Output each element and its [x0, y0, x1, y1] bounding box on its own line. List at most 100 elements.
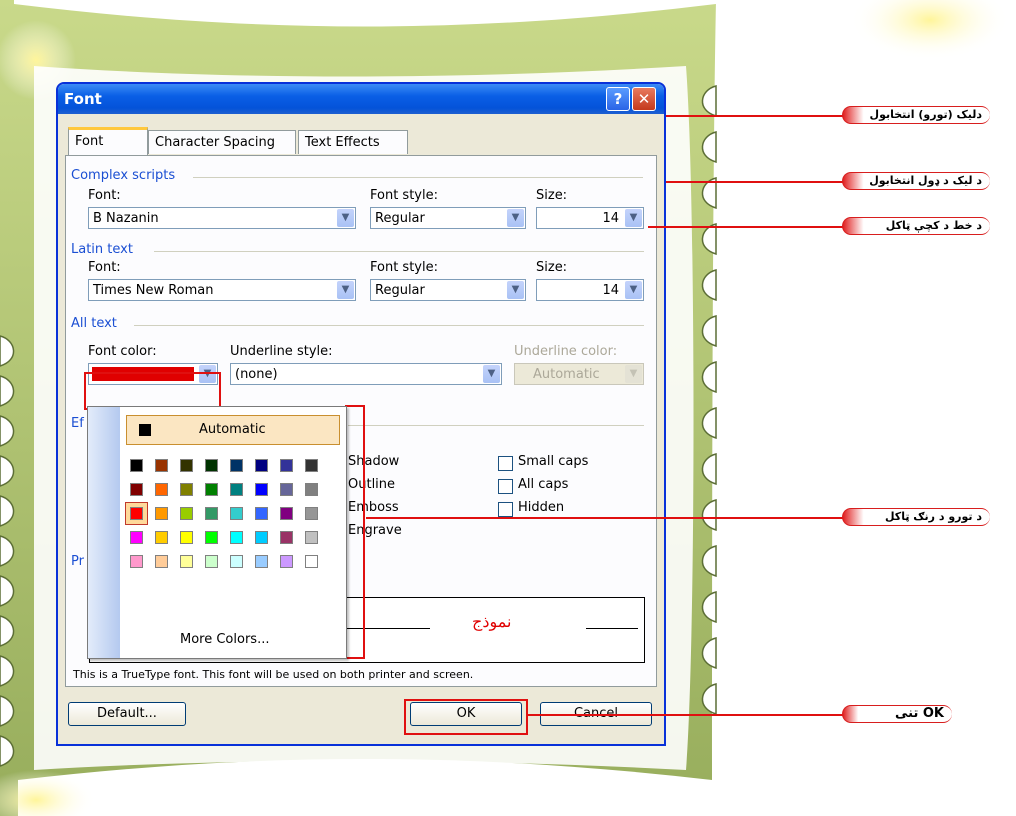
all-caps-label[interactable]: All caps	[518, 477, 568, 492]
color-swatch[interactable]	[280, 459, 293, 472]
tab-text-effects[interactable]: Text Effects	[298, 130, 408, 154]
color-swatch[interactable]	[205, 531, 218, 544]
underline-style-select[interactable]: (none) ▼	[230, 363, 502, 385]
color-swatch[interactable]	[155, 507, 168, 520]
color-swatch[interactable]	[305, 459, 318, 472]
ok-button-highlight	[404, 699, 528, 735]
group-divider	[154, 251, 644, 252]
chevron-down-icon[interactable]: ▼	[625, 281, 642, 299]
callout-select-font: دليک (تورو) انتخابول	[842, 106, 990, 124]
color-swatch[interactable]	[255, 531, 268, 544]
color-swatch[interactable]	[230, 507, 243, 520]
all-text-group-label: All text	[71, 316, 117, 331]
callout-font-kind: د ليک د ډول انتخابول	[842, 172, 990, 190]
color-swatch[interactable]	[130, 459, 143, 472]
preview-group-label: Pr	[71, 554, 84, 569]
complex-font-value: B Nazanin	[93, 211, 159, 226]
font-color-label: Font color:	[88, 344, 157, 359]
color-swatch[interactable]	[255, 555, 268, 568]
complex-font-select[interactable]: B Nazanin ▼	[88, 207, 356, 229]
help-icon[interactable]: ?	[606, 87, 630, 111]
title-bar[interactable]: Font ? ✕	[58, 84, 664, 114]
chevron-down-icon[interactable]: ▼	[483, 365, 500, 383]
chevron-down-icon[interactable]: ▼	[337, 281, 354, 299]
more-colors-button[interactable]: More Colors...	[180, 632, 269, 647]
color-swatch[interactable]	[180, 555, 193, 568]
tab-character-spacing[interactable]: Character Spacing	[148, 130, 296, 154]
callout-select-font-text: دليک (تورو) انتخابول	[869, 108, 982, 121]
font-color-palette-popup: Automatic More Colors...	[87, 406, 347, 659]
effects-group-label: Ef	[71, 416, 84, 431]
color-swatch[interactable]	[205, 507, 218, 520]
color-swatch[interactable]	[280, 555, 293, 568]
hidden-label[interactable]: Hidden	[518, 500, 564, 515]
default-button[interactable]: Default...	[68, 702, 186, 726]
latin-font-select[interactable]: Times New Roman ▼	[88, 279, 356, 301]
color-swatch[interactable]	[230, 459, 243, 472]
chevron-down-icon[interactable]: ▼	[507, 209, 524, 227]
complex-font-style-label: Font style:	[370, 188, 438, 203]
color-swatch[interactable]	[280, 531, 293, 544]
complex-font-style-select[interactable]: Regular ▼	[370, 207, 526, 229]
callout-press-ok-text: OK تنی	[895, 706, 944, 721]
color-swatch[interactable]	[305, 555, 318, 568]
automatic-color-button[interactable]: Automatic	[126, 415, 340, 445]
color-swatch[interactable]	[255, 459, 268, 472]
callout-line	[666, 181, 844, 183]
color-swatch[interactable]	[205, 483, 218, 496]
color-swatch[interactable]	[180, 483, 193, 496]
color-swatch[interactable]	[305, 483, 318, 496]
chevron-down-icon[interactable]: ▼	[625, 209, 642, 227]
close-icon[interactable]: ✕	[632, 87, 656, 111]
complex-size-select[interactable]: 14 ▼	[536, 207, 644, 229]
font-color-highlight	[84, 372, 221, 410]
complex-size-value: 14	[602, 211, 619, 226]
color-swatch[interactable]	[130, 531, 143, 544]
color-swatch[interactable]	[255, 507, 268, 520]
color-swatch[interactable]	[205, 459, 218, 472]
color-swatch[interactable]	[180, 507, 193, 520]
color-swatch[interactable]	[130, 483, 143, 496]
popup-side-strip	[88, 407, 120, 658]
color-swatch[interactable]	[130, 507, 143, 520]
chevron-down-icon[interactable]: ▼	[337, 209, 354, 227]
color-swatch[interactable]	[230, 483, 243, 496]
latin-font-style-value: Regular	[375, 283, 425, 298]
complex-scripts-group-label: Complex scripts	[71, 168, 176, 183]
color-swatch[interactable]	[230, 531, 243, 544]
color-swatch[interactable]	[280, 483, 293, 496]
callout-press-ok: OK تنی	[842, 705, 952, 723]
automatic-color-label: Automatic	[199, 422, 266, 437]
latin-text-group-label: Latin text	[71, 242, 133, 257]
callout-font-kind-text: د ليک د ډول انتخابول	[869, 174, 982, 187]
color-swatch[interactable]	[305, 507, 318, 520]
color-swatch[interactable]	[205, 555, 218, 568]
color-swatch[interactable]	[255, 483, 268, 496]
color-swatch[interactable]	[155, 459, 168, 472]
color-swatch[interactable]	[155, 483, 168, 496]
color-swatch[interactable]	[180, 531, 193, 544]
latin-font-label: Font:	[88, 260, 121, 275]
complex-font-style-value: Regular	[375, 211, 425, 226]
small-caps-label[interactable]: Small caps	[518, 454, 588, 469]
latin-size-select[interactable]: 14 ▼	[536, 279, 644, 301]
underline-color-select: Automatic ▼	[514, 363, 644, 385]
color-swatch[interactable]	[130, 555, 143, 568]
all-caps-checkbox[interactable]	[498, 479, 513, 494]
preview-rule	[586, 628, 638, 629]
color-swatch[interactable]	[280, 507, 293, 520]
truetype-note: This is a TrueType font. This font will …	[73, 668, 474, 681]
color-swatch[interactable]	[180, 459, 193, 472]
color-swatch[interactable]	[155, 531, 168, 544]
chevron-down-icon[interactable]: ▼	[507, 281, 524, 299]
hidden-checkbox[interactable]	[498, 502, 513, 517]
latin-font-style-select[interactable]: Regular ▼	[370, 279, 526, 301]
small-caps-checkbox[interactable]	[498, 456, 513, 471]
tab-font[interactable]: Font	[68, 127, 148, 155]
color-swatch[interactable]	[305, 531, 318, 544]
underline-style-value: (none)	[235, 367, 278, 382]
chevron-down-icon: ▼	[625, 365, 642, 383]
color-swatch[interactable]	[230, 555, 243, 568]
color-swatch[interactable]	[155, 555, 168, 568]
complex-font-label: Font:	[88, 188, 121, 203]
